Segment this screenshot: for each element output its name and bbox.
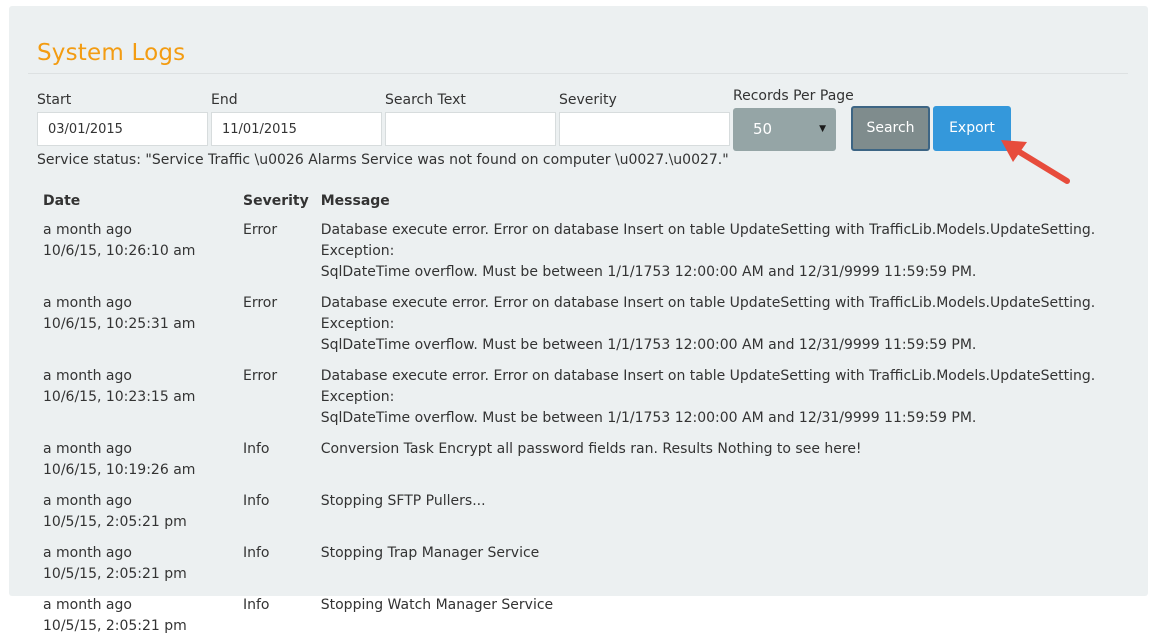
row-date-cell: a month ago 10/6/15, 10:25:31 am — [37, 289, 237, 362]
row-message-cell: Stopping Watch Manager Service — [315, 591, 1147, 643]
table-row: a month ago 10/5/15, 2:05:21 pm Info Sto… — [37, 539, 1147, 591]
row-relative-time: a month ago — [43, 545, 132, 561]
row-message-line: Conversion Task Encrypt all password fie… — [320, 441, 862, 457]
row-date-cell: a month ago 10/5/15, 2:05:21 pm — [37, 539, 237, 591]
severity-label: Severity — [559, 92, 617, 108]
row-message-line: Database execute error. Error on databas… — [320, 222, 1096, 259]
row-message-cell: Stopping SFTP Pullers... — [315, 487, 1147, 539]
column-header-date[interactable]: Date — [37, 186, 237, 216]
row-date-cell: a month ago 10/6/15, 10:23:15 am — [37, 362, 237, 435]
row-severity: Info — [243, 597, 270, 613]
row-timestamp: 10/6/15, 10:25:31 am — [43, 316, 196, 332]
red-arrow-icon — [1001, 140, 1070, 184]
row-date-cell: a month ago 10/6/15, 10:26:10 am — [37, 216, 237, 289]
search-text-input[interactable] — [385, 112, 556, 146]
row-timestamp: 10/5/15, 2:05:21 pm — [43, 618, 187, 634]
end-date-input[interactable] — [211, 112, 382, 146]
row-relative-time: a month ago — [43, 368, 132, 384]
search-text-label: Search Text — [385, 92, 466, 108]
row-relative-time: a month ago — [43, 441, 132, 457]
row-message-line: Stopping SFTP Pullers... — [320, 493, 486, 509]
row-message-cell: Database execute error. Error on databas… — [315, 216, 1147, 289]
start-date-input[interactable] — [37, 112, 208, 146]
table-row: a month ago 10/6/15, 10:23:15 am Error D… — [37, 362, 1147, 435]
row-relative-time: a month ago — [43, 295, 132, 311]
row-timestamp: 10/5/15, 2:05:21 pm — [43, 514, 187, 530]
severity-input[interactable] — [559, 112, 730, 146]
caret-down-icon: ▼ — [819, 124, 826, 134]
row-message-cell: Database execute error. Error on databas… — [315, 362, 1147, 435]
row-relative-time: a month ago — [43, 597, 132, 613]
row-timestamp: 10/6/15, 10:19:26 am — [43, 462, 196, 478]
service-status: Service status: "Service Traffic \u0026 … — [37, 152, 729, 168]
row-relative-time: a month ago — [43, 493, 132, 509]
page-title: System Logs — [37, 40, 186, 66]
column-header-severity[interactable]: Severity — [237, 186, 315, 216]
table-row: a month ago 10/6/15, 10:19:26 am Info Co… — [37, 435, 1147, 487]
row-severity: Error — [243, 222, 278, 238]
row-message-cell: Database execute error. Error on databas… — [315, 289, 1147, 362]
row-message-line: SqlDateTime overflow. Must be between 1/… — [320, 337, 977, 353]
row-timestamp: 10/6/15, 10:26:10 am — [43, 243, 196, 259]
search-button[interactable]: Search — [851, 106, 930, 151]
table-row: a month ago 10/5/15, 2:05:21 pm Info Sto… — [37, 591, 1147, 643]
start-label: Start — [37, 92, 72, 108]
row-date-cell: a month ago 10/5/15, 2:05:21 pm — [37, 487, 237, 539]
row-message-cell: Conversion Task Encrypt all password fie… — [315, 435, 1147, 487]
records-per-page-select[interactable]: 50 ▼ — [733, 108, 836, 151]
row-severity: Info — [243, 493, 270, 509]
records-per-page-value: 50 — [753, 120, 773, 138]
row-date-cell: a month ago 10/6/15, 10:19:26 am — [37, 435, 237, 487]
logs-table: Date Severity Message a month ago 10/6/1… — [37, 186, 1147, 643]
row-date-cell: a month ago 10/5/15, 2:05:21 pm — [37, 591, 237, 643]
row-severity: Error — [243, 295, 278, 311]
table-row: a month ago 10/5/15, 2:05:21 pm Info Sto… — [37, 487, 1147, 539]
row-message-line: Stopping Trap Manager Service — [320, 545, 540, 561]
row-relative-time: a month ago — [43, 222, 132, 238]
row-message-line: Database execute error. Error on databas… — [320, 368, 1096, 405]
row-message-line: SqlDateTime overflow. Must be between 1/… — [320, 410, 977, 426]
row-severity: Info — [243, 441, 270, 457]
end-label: End — [211, 92, 238, 108]
table-row: a month ago 10/6/15, 10:25:31 am Error D… — [37, 289, 1147, 362]
table-row: a month ago 10/6/15, 10:26:10 am Error D… — [37, 216, 1147, 289]
row-severity: Info — [243, 545, 270, 561]
row-message-cell: Stopping Trap Manager Service — [315, 539, 1147, 591]
row-severity: Error — [243, 368, 278, 384]
records-per-page-label: Records Per Page — [733, 88, 854, 104]
row-timestamp: 10/6/15, 10:23:15 am — [43, 389, 196, 405]
logs-panel: System Logs Start End Search Text Severi… — [9, 6, 1148, 634]
row-message-line: SqlDateTime overflow. Must be between 1/… — [320, 264, 977, 280]
table-header-row: Date Severity Message — [37, 186, 1147, 216]
row-message-line: Stopping Watch Manager Service — [320, 597, 554, 613]
title-divider — [28, 73, 1128, 74]
row-message-line: Database execute error. Error on databas… — [320, 295, 1096, 332]
